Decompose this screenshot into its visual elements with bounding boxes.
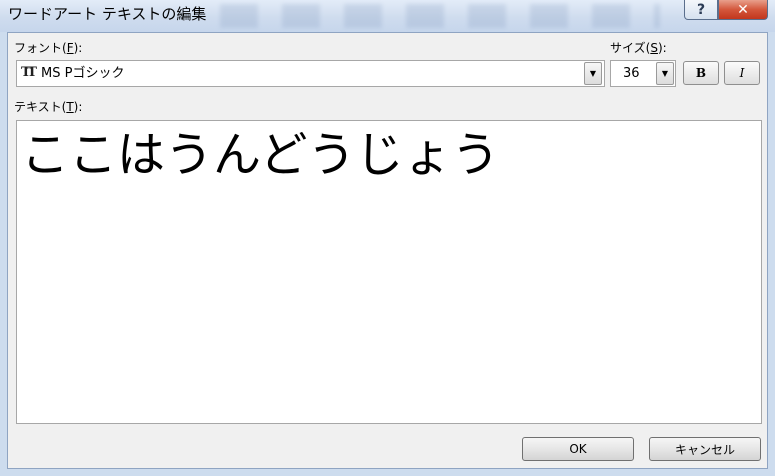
bold-button[interactable]: B bbox=[683, 61, 719, 85]
font-label-suffix: ): bbox=[73, 41, 83, 55]
size-label-prefix: サイズ( bbox=[610, 41, 651, 55]
font-select-value: MS Pゴシック bbox=[41, 66, 125, 81]
close-button[interactable]: ✕ bbox=[718, 0, 768, 20]
wordart-text-input[interactable]: ここはうんどうじょう bbox=[16, 120, 762, 424]
ok-button[interactable]: OK bbox=[522, 437, 634, 461]
bold-icon: B bbox=[695, 66, 707, 80]
size-select[interactable]: 36 ▼ bbox=[610, 60, 676, 87]
title-bar[interactable]: ワードアート テキストの編集 ? ✕ bbox=[0, 0, 775, 32]
size-dropdown-button[interactable]: ▼ bbox=[656, 62, 674, 85]
text-label-suffix: ): bbox=[73, 100, 83, 114]
window-title: ワードアート テキストの編集 bbox=[8, 5, 207, 23]
wordart-text-value: ここはうんどうじょう bbox=[21, 127, 500, 183]
size-label-accesskey: S bbox=[650, 41, 658, 55]
ok-button-label: OK bbox=[569, 442, 587, 456]
wordart-edit-dialog: ワードアート テキストの編集 ? ✕ フォント(F): TT MS Pゴシック … bbox=[0, 0, 775, 476]
help-button[interactable]: ? bbox=[684, 0, 718, 20]
font-label-prefix: フォント( bbox=[14, 41, 67, 55]
font-dropdown-button[interactable]: ▼ bbox=[584, 62, 602, 85]
help-icon: ? bbox=[696, 1, 706, 18]
font-select[interactable]: TT MS Pゴシック ▼ bbox=[16, 60, 605, 87]
font-label-accesskey: F bbox=[66, 41, 74, 55]
titlebar-background-ghost bbox=[220, 4, 660, 28]
size-label-suffix: ): bbox=[657, 41, 667, 55]
text-label-accesskey: T bbox=[66, 100, 74, 114]
dialog-client-area: フォント(F): TT MS Pゴシック ▼ サイズ(S): 36 ▼ B I … bbox=[7, 32, 768, 469]
truetype-font-icon: TT bbox=[21, 65, 37, 80]
text-label: テキスト(T): bbox=[14, 99, 82, 115]
italic-icon: I bbox=[739, 66, 745, 80]
chevron-down-icon: ▼ bbox=[661, 69, 669, 78]
cancel-button[interactable]: キャンセル bbox=[649, 437, 761, 461]
chevron-down-icon: ▼ bbox=[589, 69, 597, 78]
size-select-value: 36 bbox=[623, 66, 640, 81]
font-label: フォント(F): bbox=[14, 40, 82, 56]
cancel-button-label: キャンセル bbox=[674, 442, 735, 457]
size-label: サイズ(S): bbox=[610, 40, 667, 56]
text-label-prefix: テキスト( bbox=[14, 100, 67, 114]
close-icon: ✕ bbox=[737, 1, 749, 18]
italic-button[interactable]: I bbox=[724, 61, 760, 85]
